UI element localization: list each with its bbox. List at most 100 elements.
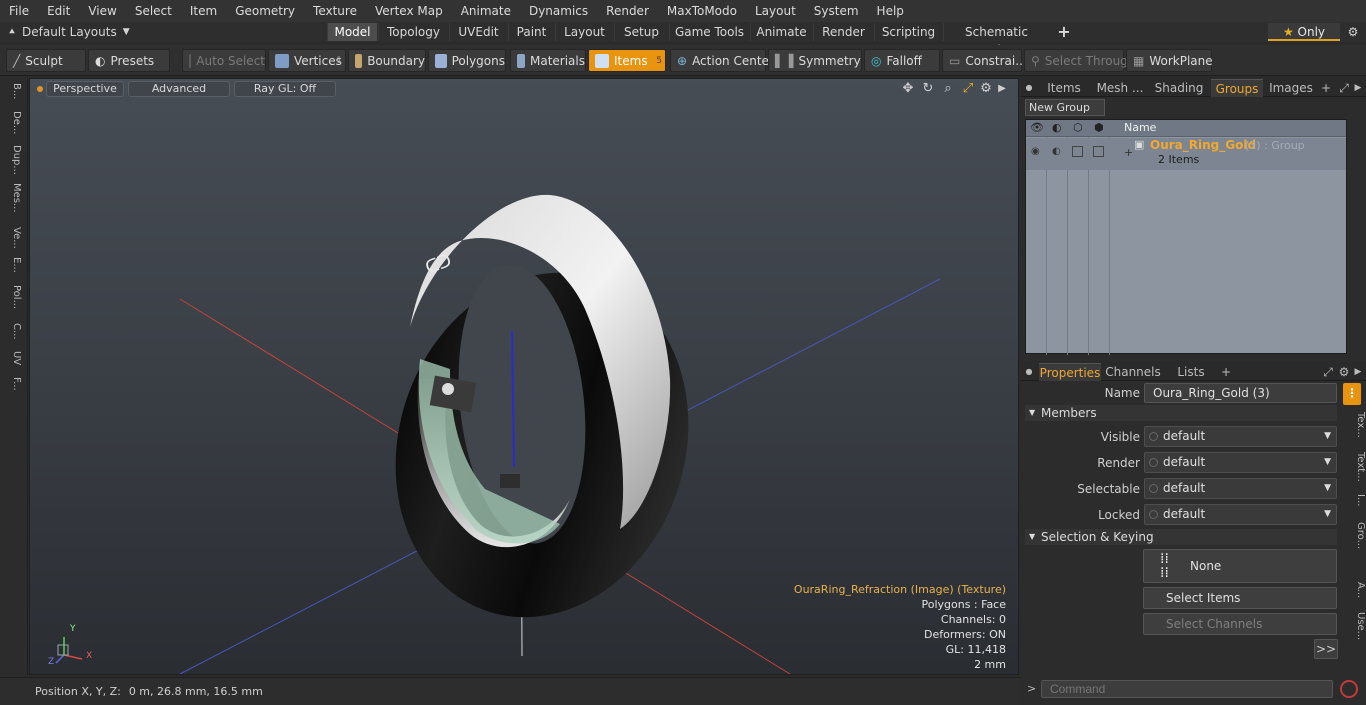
tab-game-tools[interactable]: Game Tools xyxy=(669,23,749,41)
3d-viewport[interactable]: ᑕᑐ Y Y X Z Perspective Advanced Ray GL: … xyxy=(29,78,1019,675)
left-tab-basic[interactable]: B... xyxy=(4,83,22,99)
viewport-menu-dot[interactable] xyxy=(37,86,43,92)
tab-items[interactable]: Items xyxy=(1039,79,1089,97)
groups-list[interactable]: 👁 ◐ ⬡ ⬢ Name ◉ ◐ + ▣ Oura_Ring_Gold (3) … xyxy=(1025,119,1347,355)
more-button[interactable]: >> xyxy=(1314,639,1338,659)
select-items-button[interactable]: Select Items xyxy=(1143,587,1337,609)
properties-gear-icon[interactable]: ⚙ xyxy=(1337,363,1351,381)
select-through-button[interactable]: ⚲ Select Through xyxy=(1024,49,1135,72)
locked-dropdown[interactable]: default ▼ xyxy=(1144,504,1337,525)
tab-uvedit[interactable]: UVEdit xyxy=(449,23,507,41)
keying-none-button[interactable]: ⁞⁞ ⁞⁞ None xyxy=(1143,549,1337,583)
tab-animate[interactable]: Animate xyxy=(750,23,812,41)
zoom-view-icon[interactable]: ⌕ xyxy=(940,81,956,97)
group-name[interactable]: Oura_Ring_Gold xyxy=(1150,138,1256,152)
new-group-button[interactable]: New Group xyxy=(1025,99,1105,116)
expand-icon[interactable]: + xyxy=(1124,146,1133,159)
menu-vertex-map[interactable]: Vertex Map xyxy=(366,0,452,22)
left-tab-vertex[interactable]: Ve... xyxy=(4,227,22,249)
menu-geometry[interactable]: Geometry xyxy=(226,0,304,22)
tab-lists[interactable]: Lists xyxy=(1165,363,1217,381)
left-tab-duplicate[interactable]: Dup... xyxy=(4,145,22,175)
row-lock-checkbox[interactable] xyxy=(1072,146,1083,157)
command-input[interactable] xyxy=(1041,680,1333,698)
lock-toggle-icon[interactable]: ⬡ xyxy=(1073,121,1083,134)
render-toggle-icon[interactable]: ◐ xyxy=(1052,121,1062,134)
tab-render[interactable]: Render xyxy=(813,23,873,41)
visible-dropdown[interactable]: default ▼ xyxy=(1144,426,1337,447)
tab-shading[interactable]: Shading xyxy=(1151,79,1207,97)
viewport-settings-icon[interactable]: ⚙ xyxy=(978,81,994,97)
move-view-icon[interactable]: ✥ xyxy=(900,81,916,97)
left-tab-mesh[interactable]: Mes... xyxy=(4,183,22,213)
items-button[interactable]: Items 5 xyxy=(588,49,666,72)
menu-view[interactable]: View xyxy=(79,0,125,22)
rotate-view-icon[interactable]: ↻ xyxy=(920,81,936,97)
members-section[interactable]: ▼ Members xyxy=(1025,405,1337,421)
panel-arrow-icon[interactable]: ▶ xyxy=(1352,79,1364,97)
tab-paint[interactable]: Paint xyxy=(508,23,554,41)
tab-mesh[interactable]: Mesh ... xyxy=(1093,79,1147,97)
tab-schematic-fusion[interactable]: Schematic Fusion xyxy=(943,23,1049,57)
viewport-more-icon[interactable]: ▶ xyxy=(994,81,1010,97)
side-tab-texture[interactable]: Tex... xyxy=(1348,412,1366,438)
menu-layout[interactable]: Layout xyxy=(746,0,805,22)
menu-system[interactable]: System xyxy=(805,0,868,22)
row-select-checkbox[interactable] xyxy=(1093,146,1104,157)
left-tab-curve[interactable]: C... xyxy=(4,323,22,340)
vertices-button[interactable]: Vertices 1 xyxy=(268,49,346,72)
side-tab-user[interactable]: Use... xyxy=(1348,612,1366,640)
symmetry-button[interactable]: ▌▐ Symmetry xyxy=(768,49,862,72)
panel-menu-dot[interactable]: ● xyxy=(1023,79,1035,97)
properties-menu-dot[interactable]: ● xyxy=(1023,363,1035,381)
properties-arrow-icon[interactable]: ▶ xyxy=(1352,363,1364,381)
tab-groups[interactable]: Groups xyxy=(1211,79,1263,97)
action-center-button[interactable]: ⊕ Action Center xyxy=(670,49,774,72)
left-tab-edge[interactable]: E... xyxy=(4,257,22,273)
side-tab-group[interactable]: Gro... xyxy=(1348,522,1366,549)
tab-scripting[interactable]: Scripting xyxy=(874,23,942,41)
raygl-dropdown[interactable]: Ray GL: Off xyxy=(234,81,336,97)
left-tab-deform[interactable]: De... xyxy=(4,111,22,134)
render-dropdown[interactable]: default ▼ xyxy=(1144,452,1337,473)
boundary-button[interactable]: Boundary xyxy=(348,49,426,72)
add-tab-button[interactable]: + xyxy=(1052,23,1076,41)
workplane-button[interactable]: ▦ WorkPlane xyxy=(1126,49,1213,72)
name-field[interactable]: Oura_Ring_Gold (3) xyxy=(1144,383,1337,403)
expand-panel-icon[interactable]: ⤢ xyxy=(1337,79,1351,97)
tab-topology[interactable]: Topology xyxy=(378,23,448,41)
polygons-button[interactable]: Polygons xyxy=(428,49,506,72)
name-column-header[interactable]: Name xyxy=(1124,121,1156,134)
menu-edit[interactable]: Edit xyxy=(38,0,79,22)
row-eye-icon[interactable]: ◉ xyxy=(1031,146,1040,157)
left-tab-uv[interactable]: UV xyxy=(4,351,22,365)
constraints-button[interactable]: ▭ Constrai... xyxy=(942,49,1027,72)
menu-texture[interactable]: Texture xyxy=(304,0,366,22)
side-tab-i[interactable]: I... xyxy=(1348,494,1366,507)
tab-properties[interactable]: Properties xyxy=(1039,363,1101,381)
auto-select-button[interactable]: Auto Select xyxy=(182,49,266,72)
select-toggle-icon[interactable]: ⬢ xyxy=(1094,121,1104,134)
menu-maxtomodo[interactable]: MaxToModo xyxy=(658,0,746,22)
falloff-button[interactable]: ◎ Falloff xyxy=(864,49,940,72)
tab-setup[interactable]: Setup xyxy=(614,23,668,41)
expand-properties-icon[interactable]: ⤢ xyxy=(1321,363,1335,381)
eye-icon[interactable]: 👁 xyxy=(1030,121,1044,134)
row-render-icon[interactable]: ◐ xyxy=(1052,146,1061,157)
menu-render[interactable]: Render xyxy=(597,0,658,22)
gear-icon[interactable]: ⚙ xyxy=(1344,23,1362,41)
menu-help[interactable]: Help xyxy=(868,0,913,22)
add-panel-tab-icon[interactable]: + xyxy=(1319,79,1333,97)
record-icon[interactable] xyxy=(1340,680,1358,698)
sculpt-button[interactable]: ╱ Sculpt xyxy=(6,49,86,72)
groups-scrollbar[interactable] xyxy=(1348,119,1362,354)
view-type-dropdown[interactable]: Perspective xyxy=(46,81,124,97)
menu-dynamics[interactable]: Dynamics xyxy=(520,0,597,22)
select-channels-button[interactable]: Select Channels xyxy=(1143,613,1337,635)
presets-button[interactable]: ◐ Presets xyxy=(88,49,170,72)
tab-layout[interactable]: Layout xyxy=(555,23,613,41)
maximize-view-icon[interactable]: ⤢ xyxy=(960,81,976,97)
left-tab-fusion[interactable]: F... xyxy=(4,377,22,391)
add-properties-tab-icon[interactable]: + xyxy=(1219,363,1233,381)
tab-model[interactable]: Model xyxy=(327,23,377,41)
